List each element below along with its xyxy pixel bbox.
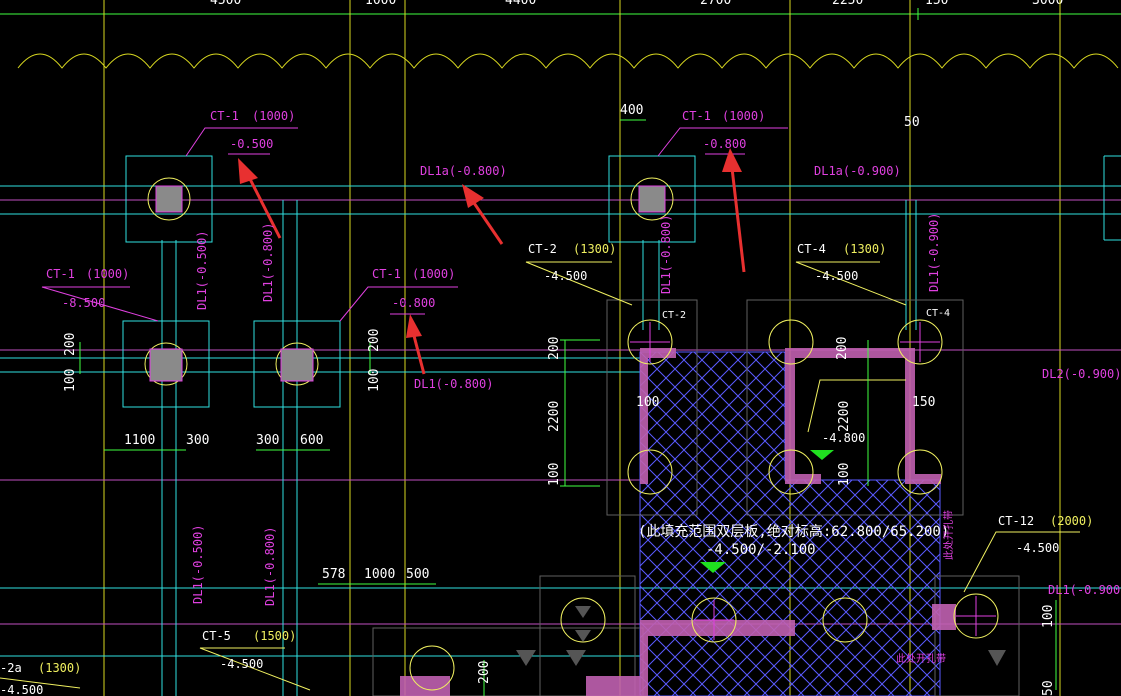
dim-100-b: 100 [367,369,382,392]
dim-100-e: 100 [837,463,852,486]
ct1-a-elev: -0.500 [230,137,273,151]
dim-500: 500 [406,567,429,582]
pit-elevation: -4.800 [822,431,865,445]
ct1-c-name: CT-1 [46,267,75,281]
dim-100-c: 100 [547,463,562,486]
ct12-elev: -4.500 [1016,541,1059,555]
ct4-tag: CT-4 [926,308,950,319]
beam-dl1-right: DL1(-0.900) [1048,583,1121,597]
dim-150: 150 [912,395,935,410]
beam-dl1-mid: DL1(-0.800) [414,377,493,391]
ct1-d-name: CT-1 [372,267,401,281]
beam-dl1-low1: DL1(-0.500) [191,525,205,604]
dim-top-6: 150 [925,0,948,8]
dim-578: 578 [322,567,345,582]
ct5-size: (1500) [253,629,296,643]
beam-dl1-v3: DL1(-0.800) [659,215,673,294]
ct2-name: CT-2 [528,242,557,256]
dim-top-4: 2700 [700,0,731,8]
dim-top-2: 1000 [365,0,396,8]
dim-100-d: 100 [636,395,659,410]
ct1-c-elev: -8.500 [62,296,105,310]
dim-top-3: 4400 [505,0,536,8]
ct1-b-elev: -0.800 [703,137,746,151]
side-note-b: 此处开孔带 [896,652,946,665]
ct1-d-elev: -0.800 [392,296,435,310]
ct1-a-size: (1000) [252,109,295,123]
pile-cap-ct1-a[interactable] [125,155,213,243]
beam-dl1-v4: DL1(-0.900) [927,213,941,292]
dim-200-d: 200 [835,337,850,360]
ct4-elev: -4.500 [815,269,858,283]
dim-50: 50 [904,115,920,130]
fill-elevation: -4.500/-2.100 [706,542,816,558]
dim-1100: 1100 [124,433,155,448]
dim-300-b: 300 [256,433,279,448]
beam-dl1-v2: DL1(-0.800) [261,223,275,302]
dim-200-a: 200 [63,333,78,356]
dim-400: 400 [620,103,643,118]
dim-200-b: 200 [367,329,382,352]
elevation-marker-pit [810,450,834,460]
side-note-a: 此处开孔带 [942,510,955,560]
ct1-d-size: (1000) [412,267,455,281]
ct1-c-size: (1000) [86,267,129,281]
dim-top-1: 4500 [210,0,241,8]
beam-dl1-v1: DL1(-0.500) [195,231,209,310]
fill-note: (此填充范围双层板,绝对标高:62.800/65.200) [638,523,949,540]
ct1-b-name: CT-1 [682,109,711,123]
dim-100-a: 100 [63,369,78,392]
ct5-elev: -4.500 [220,657,263,671]
dim-200-e: 200 [477,661,492,684]
ct1-a-name: CT-1 [210,109,239,123]
dim-top-7: 3000 [1032,0,1063,8]
beam-dl1-low2: DL1(-0.800) [263,527,277,606]
dim-100-f: 100 [1041,605,1056,628]
ct1-b-size: (1000) [722,109,765,123]
dim-300-a: 300 [186,433,209,448]
beam-dl1a-left: DL1a(-0.800) [420,164,507,178]
dim-200-c: 200 [547,337,562,360]
ct2-elev: -4.500 [544,269,587,283]
ct2-size: (1300) [573,242,616,256]
dim-top-5: 2250 [832,0,863,8]
dim-2200-a: 2200 [547,401,562,432]
ct12-size: (2000) [1050,514,1093,528]
beam-dl2: DL2(-0.900) [1042,367,1121,381]
ct4-size: (1300) [843,242,886,256]
beam-dl1a-right: DL1a(-0.900) [814,164,901,178]
ct5-name: CT-5 [202,629,231,643]
ct2a-size: (1300) [38,661,81,675]
cad-drawing-canvas[interactable]: 4500 1000 4400 2700 2250 150 3000 CT-1 (… [0,0,1121,696]
dim-2200-b: 2200 [837,401,852,432]
ct4-name: CT-4 [797,242,826,256]
pile-cap-ct1-c[interactable] [122,320,210,408]
ct2a-name: -2a [0,661,22,675]
top-dimension-line: 4500 1000 4400 2700 2250 150 3000 [0,0,1121,20]
ct2-tag: CT-2 [662,310,686,321]
ct2a-elev: -4.500 [0,683,43,696]
scallop-boundary [17,53,1119,69]
dim-1000: 1000 [364,567,395,582]
dim-600: 600 [300,433,323,448]
ct12-name: CT-12 [998,514,1034,528]
dim-50-b: 50 [1041,680,1056,696]
pile-cap-ct1-b[interactable] [608,155,696,243]
